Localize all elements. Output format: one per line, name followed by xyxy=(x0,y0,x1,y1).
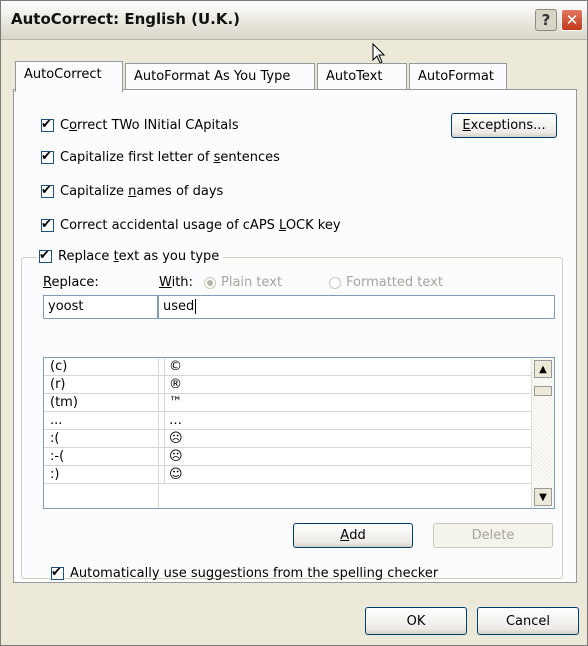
capitalize-days-option[interactable]: ✔ Capitalize names of days xyxy=(41,183,224,199)
option-label: Correct TWo INitial CApitals xyxy=(60,118,239,133)
checkmark-icon: ✔ xyxy=(41,117,52,132)
mouse-cursor-icon xyxy=(372,43,386,64)
replace-text-option[interactable]: ✔ Replace text as you type xyxy=(37,248,224,264)
capitalize-days-checkbox[interactable]: ✔ xyxy=(41,183,54,198)
option-label: Capitalize first letter of sentences xyxy=(60,150,280,165)
checkmark-icon: ✔ xyxy=(39,248,50,263)
delete-button[interactable]: Delete xyxy=(433,523,553,548)
tab-autoformat[interactable]: AutoFormat xyxy=(409,63,507,91)
capitalize-first-letter-checkbox[interactable]: ✔ xyxy=(41,149,54,164)
checkmark-icon: ✔ xyxy=(41,149,52,164)
capitalize-first-letter-option[interactable]: ✔ Capitalize first letter of sentences xyxy=(41,149,280,165)
with-input[interactable]: used xyxy=(158,295,555,319)
scroll-down-button[interactable]: ▼ xyxy=(534,488,552,506)
correct-two-caps-checkbox[interactable]: ✔ xyxy=(41,117,54,132)
correct-two-caps-option[interactable]: ✔ Correct TWo INitial CApitals xyxy=(41,117,239,133)
tab-label: AutoText xyxy=(326,69,383,84)
formatted-text-radio[interactable]: Formatted text xyxy=(329,275,443,290)
list-item[interactable]: :) ☺ xyxy=(44,466,532,484)
list-item[interactable]: :(☹ xyxy=(44,430,532,448)
option-label: Capitalize names of days xyxy=(60,184,224,199)
caps-lock-option[interactable]: ✔ Correct accidental usage of cAPS LOCK … xyxy=(41,217,341,233)
cancel-button[interactable]: Cancel xyxy=(477,607,579,635)
exceptions-button[interactable]: Exceptions... xyxy=(451,113,557,138)
caps-lock-checkbox[interactable]: ✔ xyxy=(41,217,54,232)
autocorrect-entries-list[interactable]: (c) © (r) ® (tm) ™ ...… :(☹ :-(☹ :) ☺ ▲ ▼ xyxy=(43,357,555,509)
tab-label: AutoFormat As You Type xyxy=(134,69,291,84)
checkmark-icon: ✔ xyxy=(41,217,52,232)
spelling-suggestions-checkbox[interactable]: ✔ xyxy=(51,565,64,580)
list-item[interactable]: (r) ® xyxy=(44,376,532,394)
add-button[interactable]: Add xyxy=(293,523,413,548)
option-label: Automatically use suggestions from the s… xyxy=(70,566,439,581)
list-scrollbar[interactable]: ▲ ▼ xyxy=(531,358,554,508)
radio-selected-icon xyxy=(204,276,216,289)
list-item[interactable]: :-(☹ xyxy=(44,448,532,466)
scroll-up-button[interactable]: ▲ xyxy=(534,360,552,378)
help-button[interactable]: ? xyxy=(535,9,557,31)
plain-text-radio[interactable]: Plain text xyxy=(204,275,282,290)
spelling-suggestions-option[interactable]: ✔ Automatically use suggestions from the… xyxy=(51,565,439,581)
tab-autotext[interactable]: AutoText xyxy=(317,63,407,91)
autocorrect-dialog: AutoCorrect: English (U.K.) ? ✕ AutoCorr… xyxy=(0,0,588,646)
with-label: With: xyxy=(159,275,193,290)
checkmark-icon: ✔ xyxy=(41,183,52,198)
tab-label: AutoFormat xyxy=(418,69,494,84)
replace-label: Replace: xyxy=(43,275,99,290)
list-item[interactable]: (c) © xyxy=(44,358,532,376)
list-item[interactable]: (tm) ™ xyxy=(44,394,532,412)
tab-autocorrect[interactable]: AutoCorrect xyxy=(15,61,123,92)
replace-input[interactable]: yoost xyxy=(43,295,158,319)
option-label: Replace text as you type xyxy=(58,249,220,264)
list-item[interactable]: ...… xyxy=(44,412,532,430)
option-label: Correct accidental usage of cAPS LOCK ke… xyxy=(60,218,341,233)
tab-label: AutoCorrect xyxy=(24,67,102,82)
scroll-thumb[interactable] xyxy=(534,386,552,396)
tab-autoformat-as-you-type[interactable]: AutoFormat As You Type xyxy=(125,63,315,91)
title-bar[interactable]: AutoCorrect: English (U.K.) ? ✕ xyxy=(1,1,587,40)
replace-text-checkbox[interactable]: ✔ xyxy=(39,248,52,263)
window-title: AutoCorrect: English (U.K.) xyxy=(11,10,241,28)
close-button[interactable]: ✕ xyxy=(561,9,583,31)
checkmark-icon: ✔ xyxy=(51,565,62,580)
ok-button[interactable]: OK xyxy=(365,607,467,635)
radio-empty-icon xyxy=(329,276,341,289)
